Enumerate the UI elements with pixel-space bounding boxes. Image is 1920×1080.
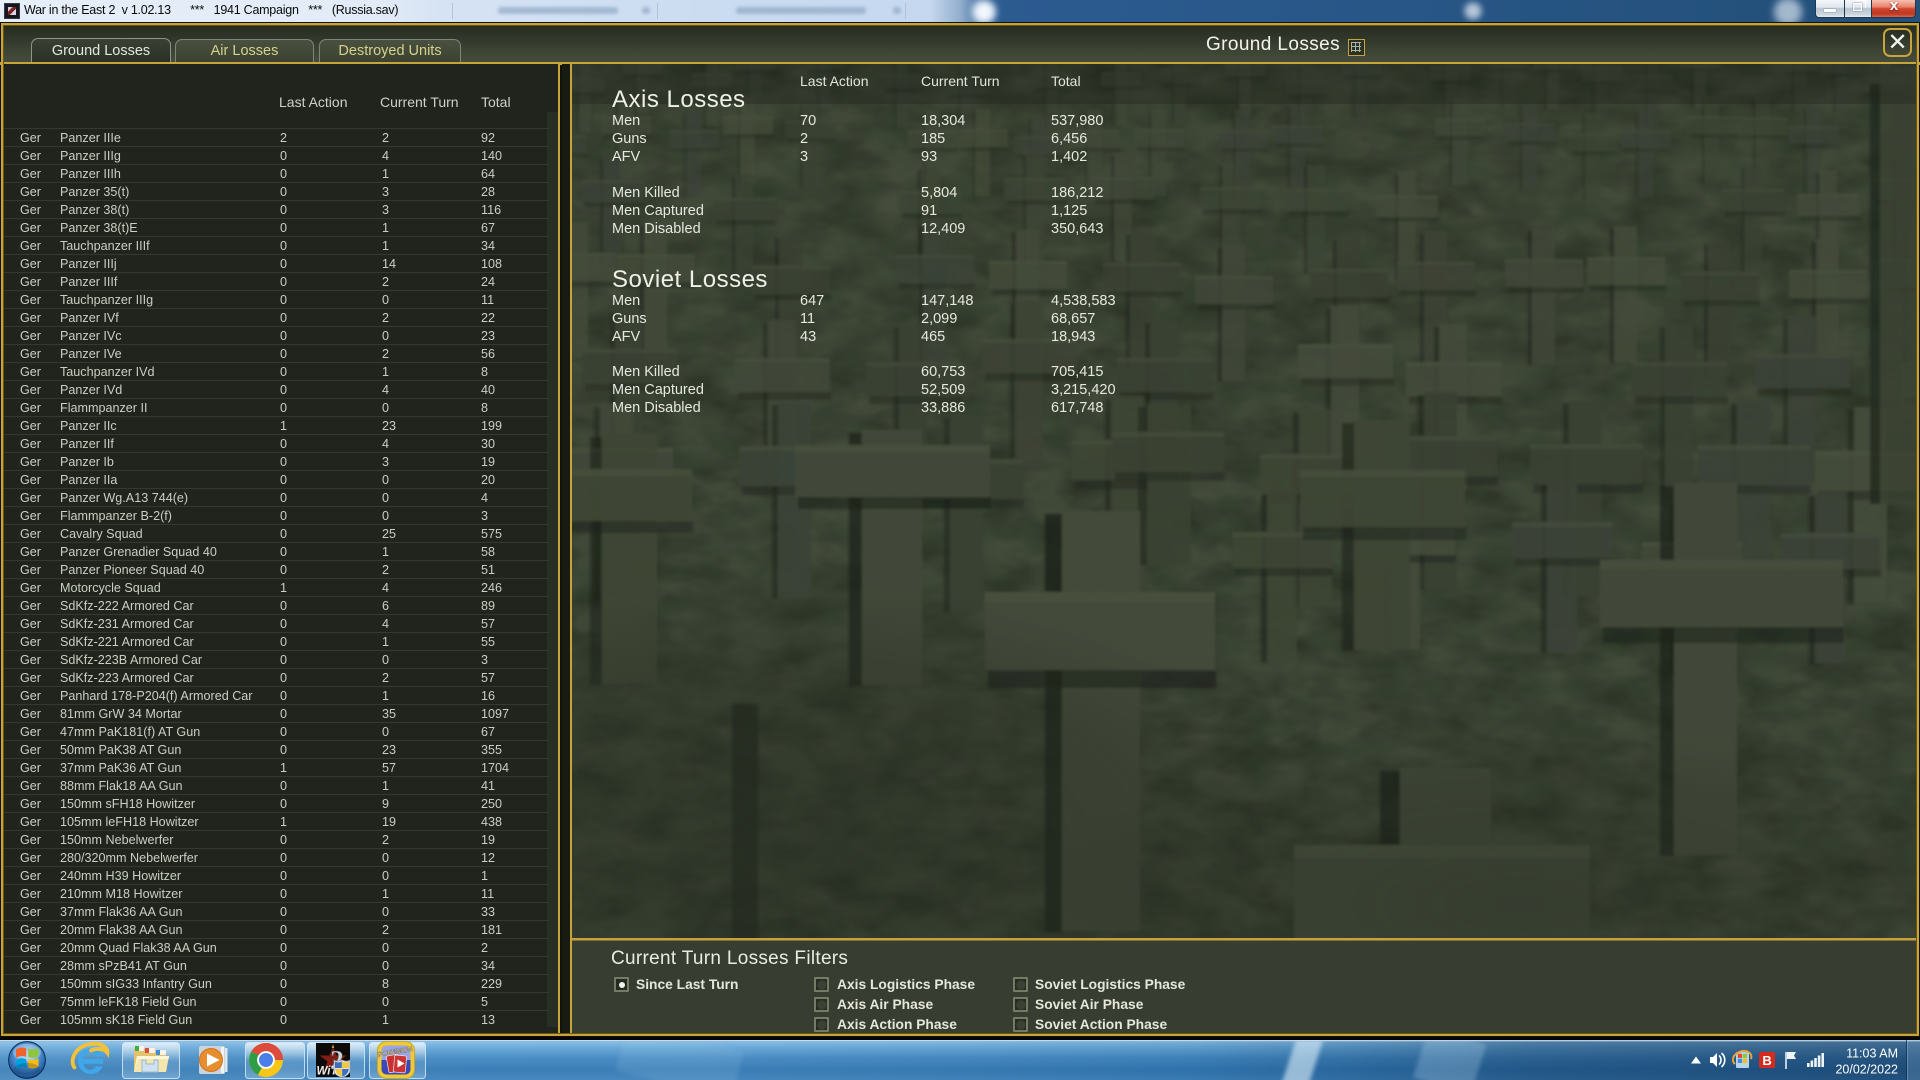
svg-text:B: B (1762, 1053, 1771, 1068)
svg-text:20/02/2022: 20/02/2022 (1835, 1063, 1898, 1077)
svg-text:11:03 AM: 11:03 AM (1846, 1047, 1898, 1061)
